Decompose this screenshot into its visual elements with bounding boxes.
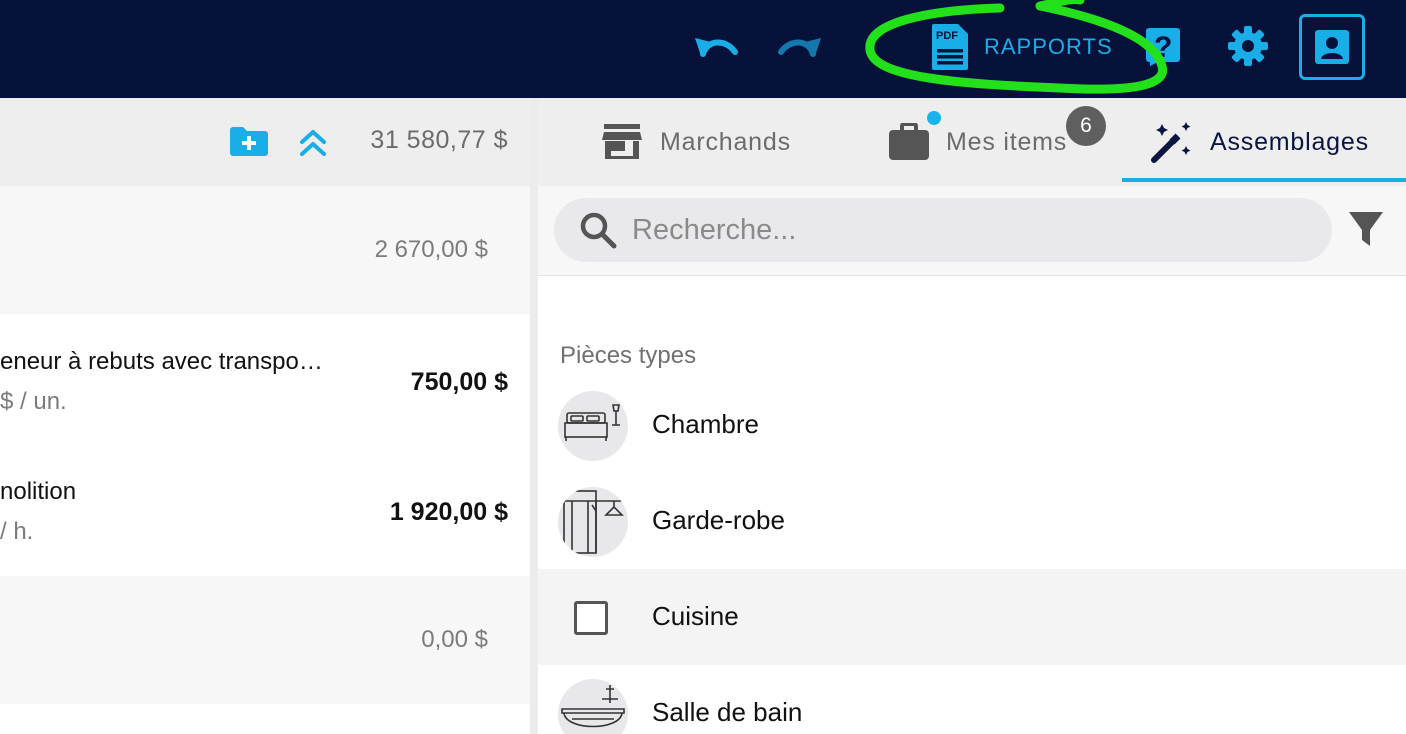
add-folder-icon[interactable]: [228, 124, 270, 160]
estimate-pane: 31 580,77 $ 2 670,00 $ eneur à rebuts av…: [0, 98, 530, 734]
search-area: [538, 186, 1406, 276]
reports-label: RAPPORTS: [984, 34, 1113, 59]
top-bar: PDF RAPPORTS ?: [0, 0, 1406, 98]
catalog-pane: Marchands Mes items 6 Assemblages Recher…: [538, 98, 1406, 734]
item-unit: $ / un.: [0, 388, 67, 415]
section-title: Pièces types: [560, 342, 697, 369]
bedroom-icon: [558, 391, 628, 461]
piece-garde-robe[interactable]: Garde-robe: [538, 473, 1406, 569]
pdf-icon-text: PDF: [936, 30, 958, 42]
briefcase-icon: [889, 123, 929, 160]
redo-icon[interactable]: [774, 26, 826, 68]
list-item[interactable]: 0,00 $: [0, 576, 530, 704]
new-indicator-dot: [927, 111, 941, 125]
tab-assemblages[interactable]: Assemblages: [1148, 98, 1369, 186]
item-amount: 1 920,00 $: [389, 498, 508, 526]
list-item[interactable]: nolition / h. 1 920,00 $: [0, 444, 530, 576]
tab-marchands[interactable]: Marchands: [602, 98, 791, 186]
item-amount: 750,00 $: [410, 368, 508, 396]
search-box[interactable]: [554, 198, 1332, 262]
collapse-all-icon[interactable]: [298, 128, 328, 158]
piece-label: Salle de bain: [652, 697, 803, 727]
tab-mes-items[interactable]: Mes items: [888, 98, 1067, 186]
list-item[interactable]: 2 670,00 $: [0, 186, 530, 314]
store-icon: [602, 124, 642, 159]
undo-icon[interactable]: [690, 26, 742, 68]
item-title: nolition: [0, 478, 77, 505]
piece-checkbox[interactable]: [574, 601, 608, 635]
item-amount: 2 670,00 $: [374, 236, 488, 263]
piece-salle-de-bain[interactable]: Salle de bain: [538, 665, 1406, 734]
reports-button[interactable]: PDF RAPPORTS: [930, 22, 1113, 72]
tab-label: Assemblages: [1210, 127, 1369, 156]
tab-label: Marchands: [660, 127, 791, 156]
estimate-toolbar: 31 580,77 $: [0, 98, 530, 186]
search-input[interactable]: [632, 213, 1312, 247]
piece-chambre[interactable]: Chambre: [538, 377, 1406, 473]
catalog-tabs: Marchands Mes items 6 Assemblages: [538, 98, 1406, 186]
active-tab-indicator: [1122, 178, 1406, 182]
item-amount: 0,00 $: [421, 626, 488, 653]
list-item[interactable]: eneur à rebuts avec transpo… $ / un. 750…: [0, 314, 530, 444]
piece-label: Cuisine: [652, 601, 739, 631]
gear-icon[interactable]: [1224, 22, 1272, 70]
estimate-total: 31 580,77 $: [370, 126, 508, 154]
items-count-badge: 6: [1066, 106, 1106, 146]
closet-icon: [558, 487, 628, 557]
tab-label: Mes items: [946, 127, 1068, 156]
bathtub-icon: [558, 679, 628, 734]
piece-label: Garde-robe: [652, 505, 785, 535]
help-icon[interactable]: ?: [1143, 25, 1185, 67]
account-icon[interactable]: [1299, 14, 1365, 80]
magic-wand-icon: [1151, 122, 1191, 163]
help-glyph: ?: [1154, 31, 1172, 64]
piece-label: Chambre: [652, 409, 759, 439]
piece-cuisine[interactable]: Cuisine: [538, 569, 1406, 665]
search-icon: [580, 212, 617, 249]
filter-icon[interactable]: [1348, 210, 1388, 250]
item-unit: / h.: [0, 518, 34, 545]
pane-divider[interactable]: [530, 98, 538, 734]
item-title: eneur à rebuts avec transpo…: [0, 348, 323, 375]
pdf-document-icon: PDF: [932, 24, 968, 70]
